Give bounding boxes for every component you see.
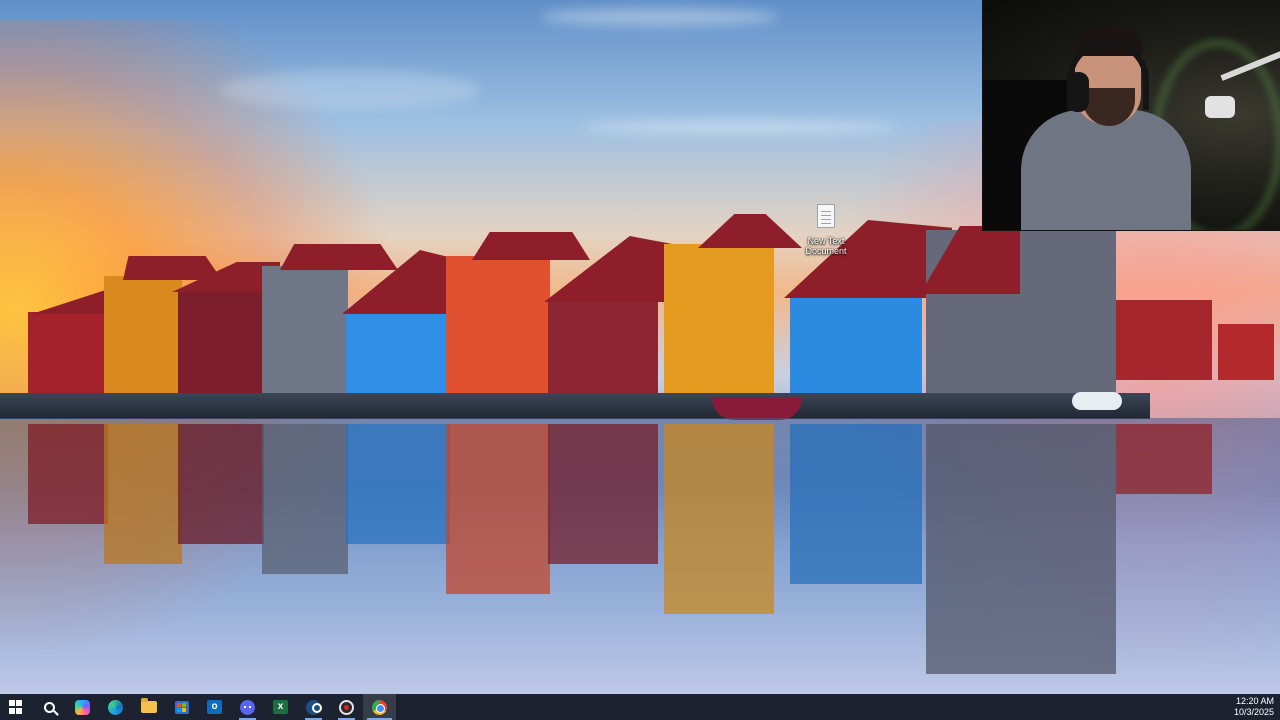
outlook-icon: o	[207, 700, 222, 714]
reflection-red-orange	[446, 424, 550, 594]
clock-date: 10/3/2025	[1233, 707, 1274, 717]
desktop-icon-new-text-document[interactable]: New Text Document	[796, 204, 856, 264]
house-roof	[280, 244, 398, 270]
taskbar-store-button[interactable]	[165, 694, 198, 720]
reflection-far-red	[1116, 424, 1212, 494]
wallpaper-dock	[0, 393, 1150, 419]
taskbar-copilot-button[interactable]	[66, 694, 99, 720]
house-blue	[346, 312, 450, 396]
chrome-icon	[372, 699, 387, 715]
reflection-maroon	[178, 424, 264, 544]
excel-icon: x	[273, 700, 288, 714]
taskbar-chrome-button[interactable]	[363, 694, 396, 720]
reflection-grey	[262, 424, 348, 574]
taskbar-file-explorer-button[interactable]	[132, 694, 165, 720]
taskbar-excel-button[interactable]: x	[264, 694, 297, 720]
wallpaper-boat	[1072, 392, 1122, 410]
taskbar-steam-button[interactable]	[297, 694, 330, 720]
taskbar-discord-button[interactable]	[231, 694, 264, 720]
house-orange	[104, 276, 182, 396]
reflection-yellow	[664, 424, 774, 614]
taskbar: o x 12:20 AM 10/3/2025	[0, 694, 1280, 720]
steam-icon	[306, 699, 322, 715]
headphone-ear-cup	[1067, 72, 1089, 112]
wallpaper-cloud	[580, 120, 900, 134]
wallpaper-cloud	[220, 70, 480, 110]
taskbar-edge-button[interactable]	[99, 694, 132, 720]
edge-icon	[108, 699, 123, 715]
discord-icon	[240, 699, 255, 715]
wallpaper-water	[0, 418, 1280, 694]
house-roof	[472, 232, 590, 260]
reflection-blue	[346, 424, 450, 544]
reflection-red	[28, 424, 108, 524]
house-roof	[123, 256, 222, 280]
house-red-orange	[446, 256, 550, 396]
reflection-bright-blue	[790, 424, 922, 584]
reflection-dark-red	[548, 424, 658, 564]
microphone-icon	[1205, 96, 1235, 118]
house-dark-red	[548, 300, 658, 396]
desktop-icon-label: New Text Document	[805, 236, 847, 256]
house-red	[28, 312, 106, 396]
copilot-icon	[75, 699, 90, 715]
text-file-icon	[817, 204, 835, 228]
webcam-person-body	[1021, 110, 1191, 230]
windows-start-icon	[9, 699, 24, 715]
house-bright-blue	[790, 296, 922, 396]
reflection-orange	[104, 424, 182, 564]
search-icon	[44, 701, 55, 713]
house-grey	[262, 266, 348, 396]
taskbar-clock[interactable]: 12:20 AM 10/3/2025	[1234, 696, 1280, 718]
store-icon	[174, 700, 189, 714]
house-far-red	[1116, 300, 1212, 380]
webcam-overlay	[982, 0, 1280, 231]
obs-icon	[339, 699, 354, 715]
folder-icon	[140, 698, 157, 713]
house-yellow	[664, 244, 774, 396]
house-maroon	[178, 290, 264, 396]
clock-time: 12:20 AM	[1235, 696, 1274, 706]
taskbar-outlook-button[interactable]: o	[198, 694, 231, 720]
reflection-slate	[926, 424, 1116, 674]
wallpaper-boat	[712, 398, 802, 420]
start-button[interactable]	[0, 694, 33, 720]
taskbar-search-button[interactable]	[33, 694, 66, 720]
wallpaper-cloud	[540, 8, 780, 26]
taskbar-obs-button[interactable]	[330, 694, 363, 720]
house-roof	[698, 214, 802, 248]
house-far-red	[1218, 324, 1274, 380]
